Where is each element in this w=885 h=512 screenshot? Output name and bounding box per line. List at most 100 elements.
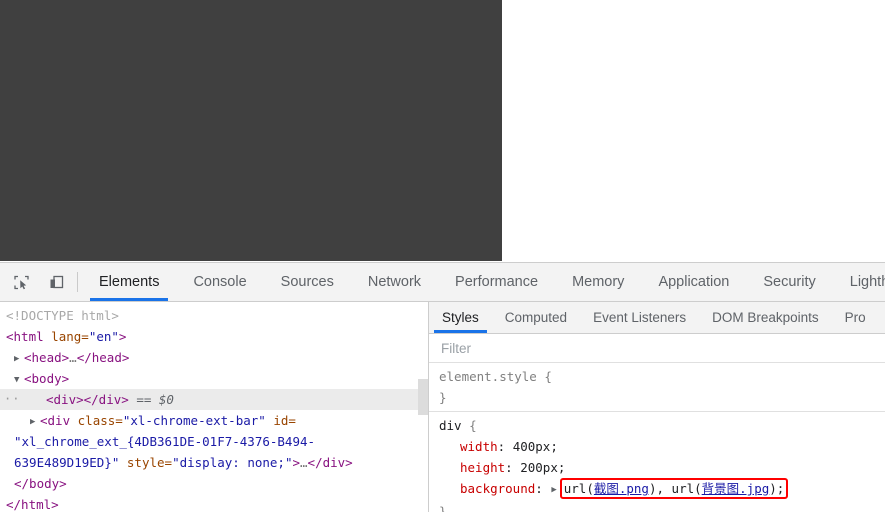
subtab-event-listeners[interactable]: Event Listeners bbox=[580, 302, 699, 333]
head-ellipsis: … bbox=[69, 350, 77, 365]
tab-application-label: Application bbox=[658, 274, 730, 290]
body-close-tag: </body> bbox=[14, 476, 67, 491]
tab-memory[interactable]: Memory bbox=[555, 263, 641, 301]
subtab-properties-label: Pro bbox=[844, 310, 866, 325]
background-image-link-2[interactable]: 背景图.jpg bbox=[702, 481, 770, 496]
tab-performance[interactable]: Performance bbox=[438, 263, 555, 301]
dom-row-html-open[interactable]: <html lang="en"> bbox=[0, 326, 428, 347]
declaration-background[interactable]: background: ▶ url(截图.png), url(背景图.jpg); bbox=[439, 478, 885, 501]
selected-div-tag: <div></div> bbox=[46, 392, 129, 407]
subtab-styles[interactable]: Styles bbox=[429, 302, 492, 333]
ext-bar-style-value: "display: none;" bbox=[172, 455, 293, 470]
ext-bar-ellipsis: … bbox=[300, 455, 308, 470]
rule-div-header: div { bbox=[439, 415, 885, 436]
declaration-width-colon: : bbox=[497, 439, 513, 454]
rule-div-selector[interactable]: div bbox=[439, 418, 462, 433]
tab-performance-label: Performance bbox=[455, 274, 539, 290]
dom-row-head[interactable]: ▶ <head>…</head> bbox=[0, 347, 428, 368]
inspect-element-button[interactable] bbox=[8, 269, 34, 295]
ext-bar-gt: > bbox=[292, 455, 301, 470]
declaration-height-value[interactable]: 200px bbox=[520, 460, 558, 475]
ext-bar-class-eq: = bbox=[115, 413, 123, 428]
styles-filter-input[interactable] bbox=[439, 339, 863, 357]
devtools-panes: <!DOCTYPE html> <html lang="en"> ▶ <head>… bbox=[0, 302, 885, 512]
subtab-styles-label: Styles bbox=[442, 310, 479, 325]
device-toolbar-icon bbox=[50, 275, 63, 288]
styles-subtabs: Styles Computed Event Listeners DOM Brea… bbox=[429, 302, 885, 334]
tab-security-label: Security bbox=[763, 274, 816, 290]
devtools-window: Elements Console Sources Network Perform… bbox=[0, 262, 885, 512]
declaration-width[interactable]: width: 400px; bbox=[439, 436, 885, 457]
ext-bar-id-value-part1: "xl_chrome_ext_{4DB361DE-01F7-4376-B494- bbox=[14, 434, 316, 449]
body-twisty-icon[interactable]: ▼ bbox=[14, 370, 24, 391]
styles-panel: Styles Computed Event Listeners DOM Brea… bbox=[429, 302, 885, 512]
subtab-dom-breakpoints-label: DOM Breakpoints bbox=[712, 310, 819, 325]
html-open-close: > bbox=[118, 329, 127, 344]
ext-bar-twisty-icon[interactable]: ▶ bbox=[30, 412, 40, 433]
child-dots-indicator: ·· bbox=[4, 392, 21, 406]
ext-bar-close-tag: </div> bbox=[307, 455, 353, 470]
subtab-dom-breakpoints[interactable]: DOM Breakpoints bbox=[699, 302, 832, 333]
declaration-width-value[interactable]: 400px bbox=[513, 439, 551, 454]
dom-row-ext-bar-id-line1[interactable]: "xl_chrome_ext_{4DB361DE-01F7-4376-B494- bbox=[0, 431, 428, 452]
ext-bar-open-tag: <div bbox=[40, 413, 78, 428]
html-open-tag: <html bbox=[6, 329, 44, 344]
declaration-background-colon: : bbox=[535, 481, 551, 496]
preview-target-div[interactable] bbox=[0, 0, 502, 261]
html-lang-eq: = bbox=[81, 329, 89, 344]
html-lang-value: "en" bbox=[88, 329, 119, 344]
tab-lighthouse-label: Lighthou bbox=[849, 274, 885, 290]
ext-bar-id-value-part2: 639E489D19ED}" bbox=[14, 455, 120, 470]
background-url-fn-1: url( bbox=[563, 481, 594, 496]
declaration-height-property[interactable]: height bbox=[439, 460, 505, 475]
toolbar-icon-group bbox=[0, 263, 75, 301]
ext-bar-style-eq: = bbox=[164, 455, 173, 470]
tab-lighthouse[interactable]: Lighthou bbox=[833, 263, 885, 301]
ext-bar-class-value: "xl-chrome-ext-bar" bbox=[122, 413, 266, 428]
dom-row-body-open[interactable]: ▼ <body> bbox=[0, 368, 428, 389]
rule-element-style-selector[interactable]: element.style bbox=[439, 369, 537, 384]
tab-console[interactable]: Console bbox=[176, 263, 263, 301]
rule-element-style-open-brace: { bbox=[544, 369, 552, 384]
devtools-screenshot: Elements Console Sources Network Perform… bbox=[0, 0, 885, 512]
dom-tree-panel[interactable]: <!DOCTYPE html> <html lang="en"> ▶ <head>… bbox=[0, 302, 428, 512]
declaration-background-property[interactable]: background bbox=[439, 481, 535, 496]
device-toolbar-button[interactable] bbox=[43, 269, 69, 295]
tab-elements[interactable]: Elements bbox=[82, 263, 176, 301]
dom-row-doctype[interactable]: <!DOCTYPE html> bbox=[0, 305, 428, 326]
ext-bar-id-attr: id bbox=[273, 413, 289, 428]
subtab-computed[interactable]: Computed bbox=[492, 302, 580, 333]
tab-security[interactable]: Security bbox=[746, 263, 832, 301]
head-twisty-icon[interactable]: ▶ bbox=[14, 349, 24, 370]
background-value-terminator: ); bbox=[769, 481, 785, 496]
declaration-height[interactable]: height: 200px; bbox=[439, 457, 885, 478]
dom-tree-scrollbar[interactable] bbox=[418, 379, 428, 415]
declaration-height-colon: : bbox=[505, 460, 521, 475]
rule-div-open-brace: { bbox=[469, 418, 477, 433]
rule-element-style[interactable]: element.style { } bbox=[429, 363, 885, 411]
inspect-element-icon bbox=[13, 275, 29, 289]
dom-row-html-close[interactable]: </html> bbox=[0, 494, 428, 512]
tab-application[interactable]: Application bbox=[641, 263, 746, 301]
html-close-tag: </html> bbox=[6, 497, 59, 512]
tab-memory-label: Memory bbox=[572, 274, 625, 290]
ext-bar-class-attr: class bbox=[77, 413, 116, 428]
tab-console-label: Console bbox=[193, 274, 247, 290]
dom-row-ext-bar-open[interactable]: ▶ <div class="xl-chrome-ext-bar" id= bbox=[0, 410, 428, 431]
dom-row-ext-bar-id-line2[interactable]: 639E489D19ED}" style="display: none;">…<… bbox=[0, 452, 428, 473]
rule-element-style-header: element.style { bbox=[439, 366, 885, 387]
page-preview-area bbox=[0, 0, 885, 262]
background-image-link-1[interactable]: 截图.png bbox=[594, 481, 649, 496]
dom-row-body-close[interactable]: </body> bbox=[0, 473, 428, 494]
declaration-width-property[interactable]: width bbox=[439, 439, 498, 454]
tab-sources-label: Sources bbox=[280, 274, 334, 290]
rule-div[interactable]: div { width: 400px; height: 200px; backg… bbox=[429, 411, 885, 512]
css-rules-list: element.style { } div { width: 400px; he… bbox=[429, 363, 885, 512]
tab-sources[interactable]: Sources bbox=[264, 263, 351, 301]
tab-network[interactable]: Network bbox=[351, 263, 438, 301]
dom-row-selected-div[interactable]: ·· <div></div> == $0 bbox=[0, 389, 428, 410]
styles-filter-row bbox=[429, 334, 885, 363]
background-shorthand-expander-icon[interactable]: ▶ bbox=[550, 480, 559, 501]
subtab-properties[interactable]: Pro bbox=[832, 302, 879, 333]
subtab-event-listeners-label: Event Listeners bbox=[593, 310, 687, 325]
